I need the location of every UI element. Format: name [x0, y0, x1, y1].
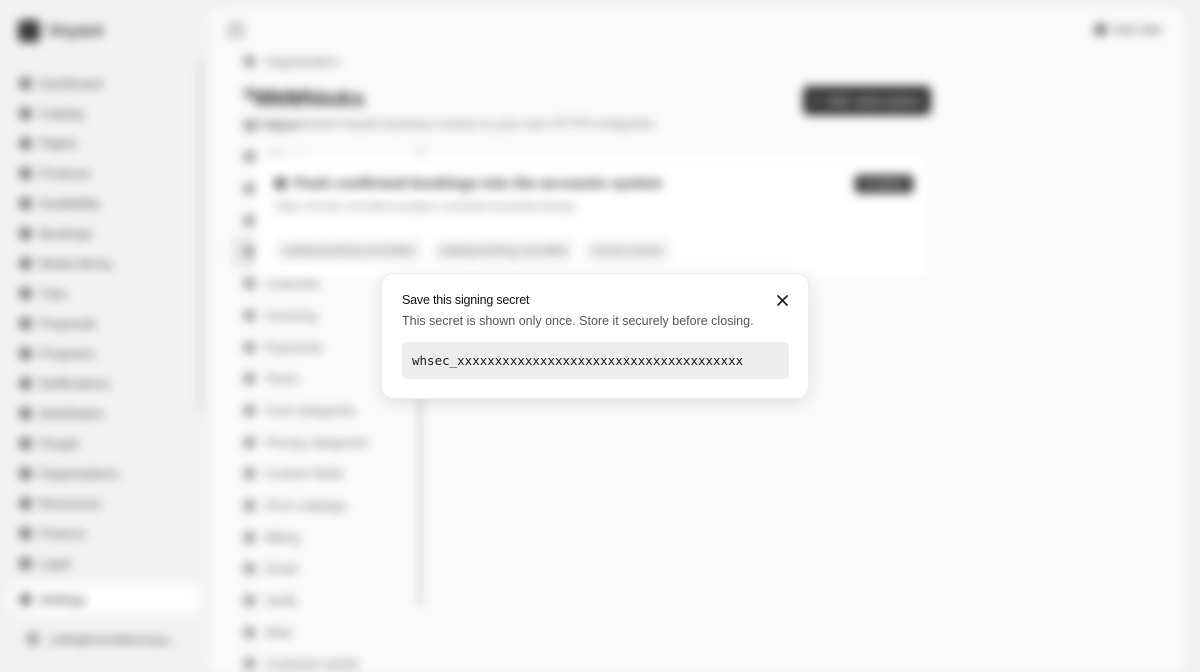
dialog-title: Save this signing secret	[402, 293, 530, 307]
close-icon[interactable]	[774, 292, 790, 308]
signing-secret-dialog: Save this signing secret This secret is …	[381, 273, 809, 399]
dialog-description: This secret is shown only once. Store it…	[402, 314, 754, 328]
signing-secret-field[interactable]: whsec_xxxxxxxxxxxxxxxxxxxxxxxxxxxxxxxxxx…	[402, 342, 789, 379]
